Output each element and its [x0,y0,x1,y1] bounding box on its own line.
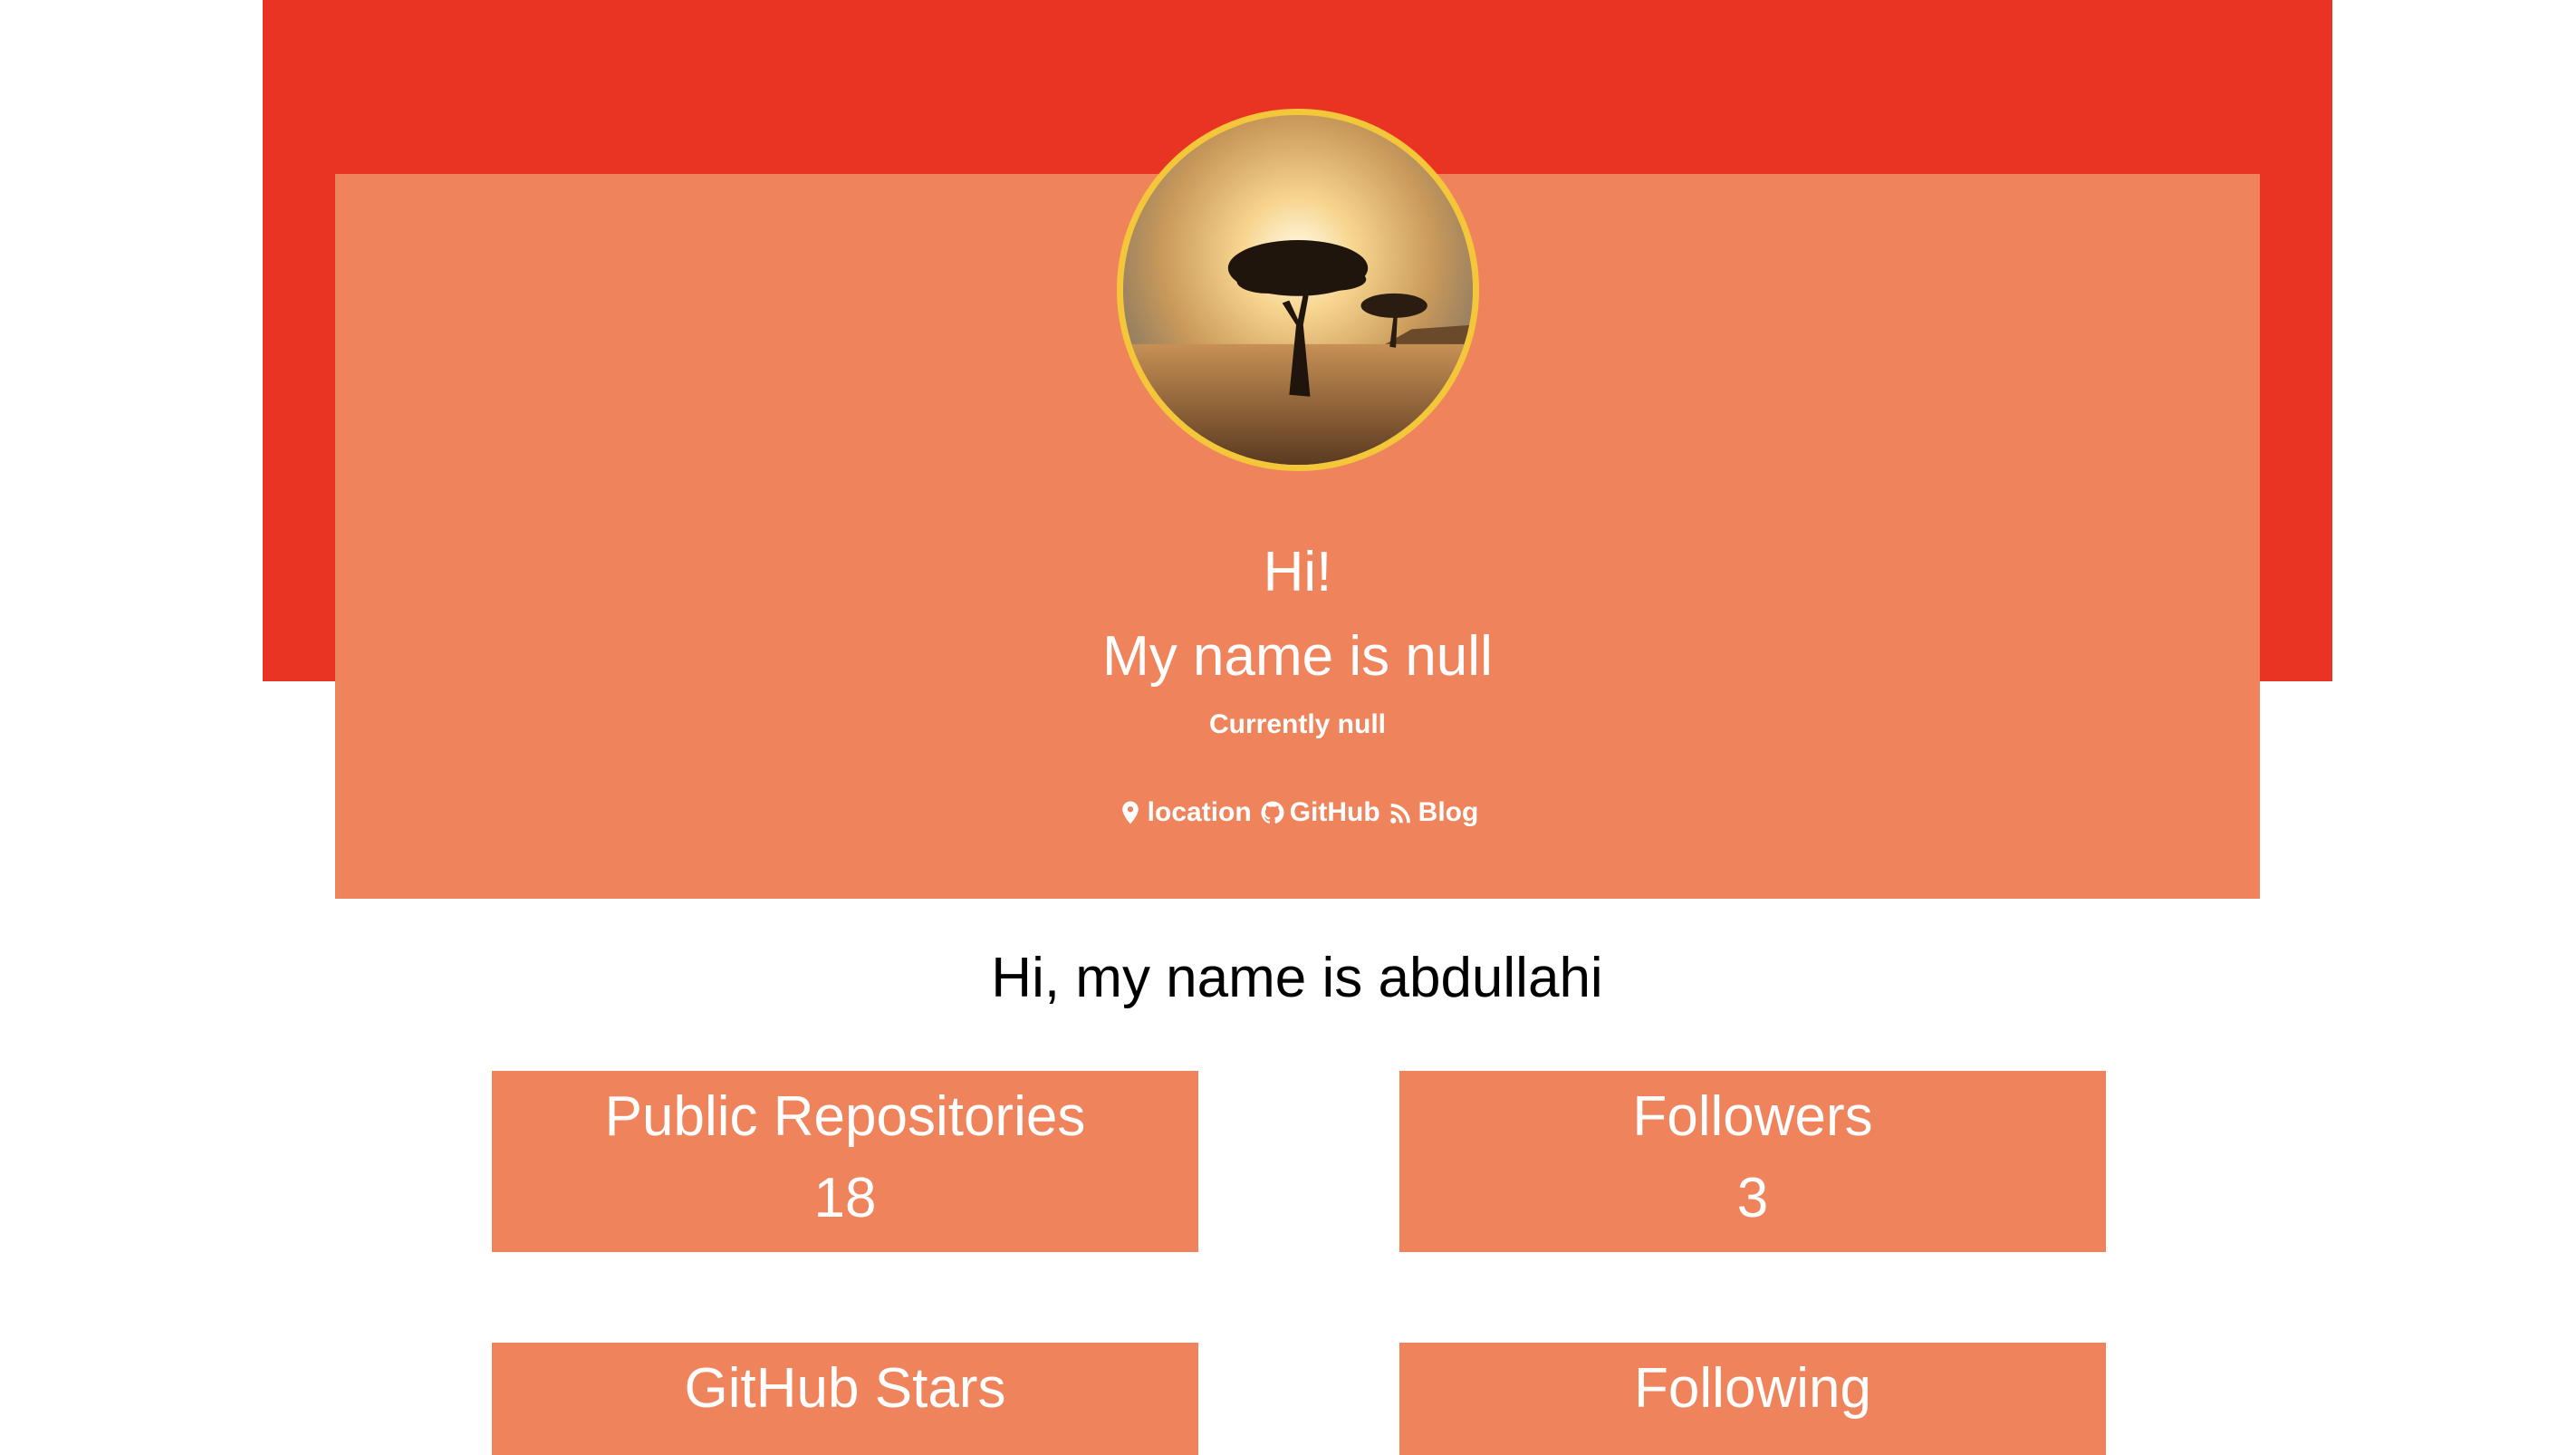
map-pin-icon [1121,801,1139,824]
stat-value: 18 [813,1167,877,1229]
stat-card-following: Following [1399,1343,2106,1455]
avatar [1117,109,1479,471]
profile-links: location GitHub Blog [335,793,2260,833]
github-link[interactable]: GitHub [1259,793,1380,833]
stat-label: Public Repositories [604,1085,1086,1148]
savanna-tree-image [1123,115,1473,465]
blog-link[interactable]: Blog [1388,793,1479,833]
rss-icon [1389,804,1410,824]
location-link-label: location [1147,797,1252,827]
stat-label: Following [1634,1357,1871,1420]
stat-card-followers: Followers 3 [1399,1071,2106,1252]
stat-label: Followers [1632,1085,1873,1148]
blog-link-label: Blog [1418,797,1479,827]
stat-card-public-repositories: Public Repositories 18 [492,1071,1198,1252]
github-icon [1261,801,1284,824]
stat-value: 3 [1736,1167,1769,1229]
profile-page: Hi! My name is null Currently null locat… [0,0,2576,1455]
github-link-label: GitHub [1289,797,1380,827]
location-link[interactable]: location [1117,793,1252,833]
stat-label: GitHub Stars [684,1357,1006,1420]
hero-name: My name is null [1102,625,1493,688]
intro-heading: Hi, my name is abdullahi [991,947,1603,1009]
stat-card-github-stars: GitHub Stars [492,1343,1198,1455]
hero-greeting: Hi! [1263,541,1332,603]
hero-status: Currently null [1208,709,1386,739]
